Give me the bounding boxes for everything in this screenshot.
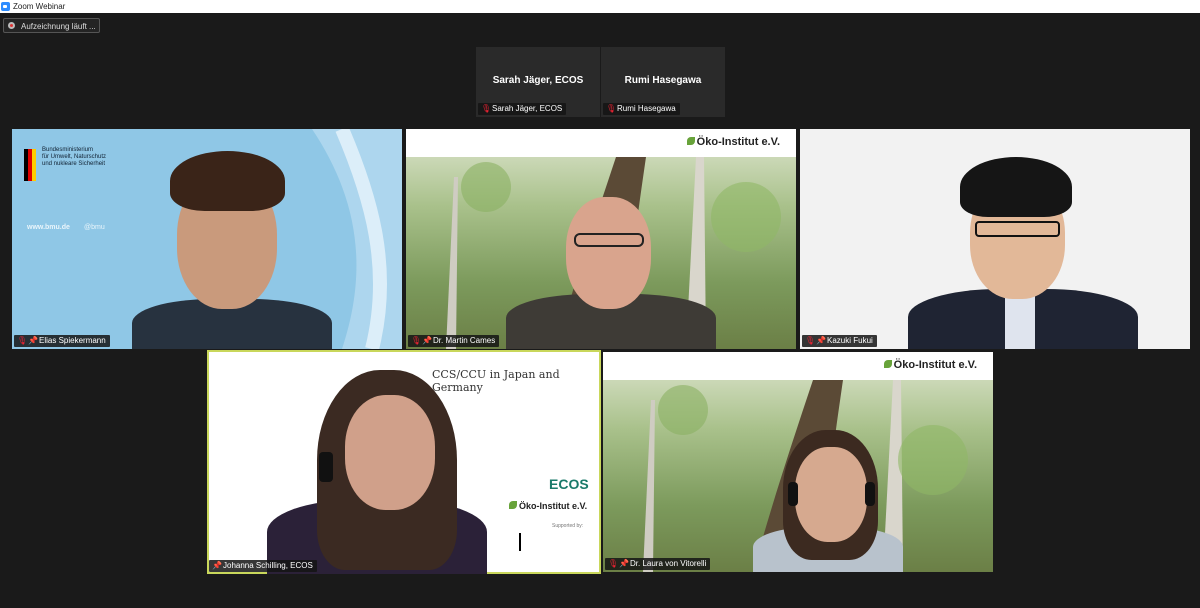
zoom-logo-icon bbox=[1, 2, 10, 11]
bmu-flag bbox=[519, 533, 521, 551]
oko-institut-logo: Öko-Institut e.V. bbox=[883, 359, 977, 371]
pin-icon: 📌 bbox=[816, 336, 826, 345]
participant-hair bbox=[960, 157, 1072, 217]
participant-display-name: Sarah Jäger, ECOS bbox=[492, 75, 584, 86]
ecos-logo: ECOS bbox=[549, 476, 589, 492]
participant-face bbox=[566, 197, 651, 309]
video-tile-kazuki[interactable]: 🎙📌Kazuki Fukui bbox=[800, 129, 1190, 349]
participant-display-name: Rumi Hasegawa bbox=[624, 75, 702, 86]
pin-icon: 📌 bbox=[212, 561, 222, 570]
mic-muted-icon: 🎙 bbox=[481, 104, 492, 113]
pin-icon: 📌 bbox=[422, 336, 432, 345]
mic-muted-icon: 🎙 bbox=[805, 336, 816, 345]
participant-face bbox=[345, 395, 435, 510]
window-title: Zoom Webinar bbox=[13, 2, 66, 11]
participant-name-label: 🎙📌Dr. Martin Cames bbox=[408, 335, 500, 347]
participant-name-label: 🎙📌Dr. Laura von Vitorelli bbox=[605, 558, 711, 570]
headset-icon bbox=[788, 482, 798, 506]
mic-muted-icon: 🎙 bbox=[608, 559, 619, 568]
window-titlebar: Zoom Webinar bbox=[0, 0, 1200, 13]
participant-name-label: 🎙📌Kazuki Fukui bbox=[802, 335, 877, 347]
participant-name-label: 🎙Sarah Jäger, ECOS bbox=[478, 103, 567, 115]
glasses bbox=[574, 233, 644, 247]
video-tile-laura[interactable]: Öko-Institut e.V. 🎙📌Dr. Laura von Vitore… bbox=[603, 352, 993, 572]
bmu-handle-text: @bmu bbox=[84, 224, 105, 231]
bmu-logo-text: Bundesministerium für Umwelt, Naturschut… bbox=[42, 147, 107, 167]
mic-muted-icon: 🎙 bbox=[411, 336, 422, 345]
mic-muted-icon: 🎙 bbox=[606, 104, 617, 113]
headset-icon bbox=[319, 452, 333, 482]
pin-icon: 📌 bbox=[619, 559, 629, 568]
oko-institut-logo: Öko-Institut e.V. bbox=[509, 501, 587, 511]
glasses bbox=[975, 221, 1060, 237]
participant-name-label: 🎙Rumi Hasegawa bbox=[603, 103, 680, 115]
participant-tile-sarah[interactable]: Sarah Jäger, ECOS 🎙Sarah Jäger, ECOS bbox=[476, 47, 600, 117]
video-tile-martin[interactable]: Öko-Institut e.V. 🎙📌Dr. Martin Cames bbox=[406, 129, 796, 349]
mic-muted-icon: 🎙 bbox=[17, 336, 28, 345]
oko-institut-logo: Öko-Institut e.V. bbox=[686, 136, 780, 148]
slide-title: CCS/CCU in Japan and Germany bbox=[432, 368, 560, 394]
bmu-web-text: www.bmu.de bbox=[27, 224, 70, 231]
video-tile-elias[interactable]: Bundesministerium für Umwelt, Naturschut… bbox=[12, 129, 402, 349]
participant-name-label: 🎙📌Elias Spiekermann bbox=[14, 335, 110, 347]
headset-icon bbox=[865, 482, 875, 506]
recording-indicator[interactable]: Aufzeichnung läuft ... bbox=[3, 18, 100, 33]
participant-hair bbox=[170, 151, 285, 211]
participant-tile-rumi[interactable]: Rumi Hasegawa 🎙Rumi Hasegawa bbox=[601, 47, 725, 117]
participant-face bbox=[795, 447, 867, 542]
recording-label: Aufzeichnung läuft ... bbox=[21, 22, 96, 31]
supported-by-text: Supported by: bbox=[552, 523, 584, 529]
record-icon bbox=[8, 22, 15, 29]
participant-name-label: 📌Johanna Schilling, ECOS bbox=[209, 560, 317, 572]
video-tile-johanna[interactable]: CCS/CCU in Japan and Germany ECOS Öko-In… bbox=[207, 350, 601, 574]
pin-icon: 📌 bbox=[28, 336, 38, 345]
